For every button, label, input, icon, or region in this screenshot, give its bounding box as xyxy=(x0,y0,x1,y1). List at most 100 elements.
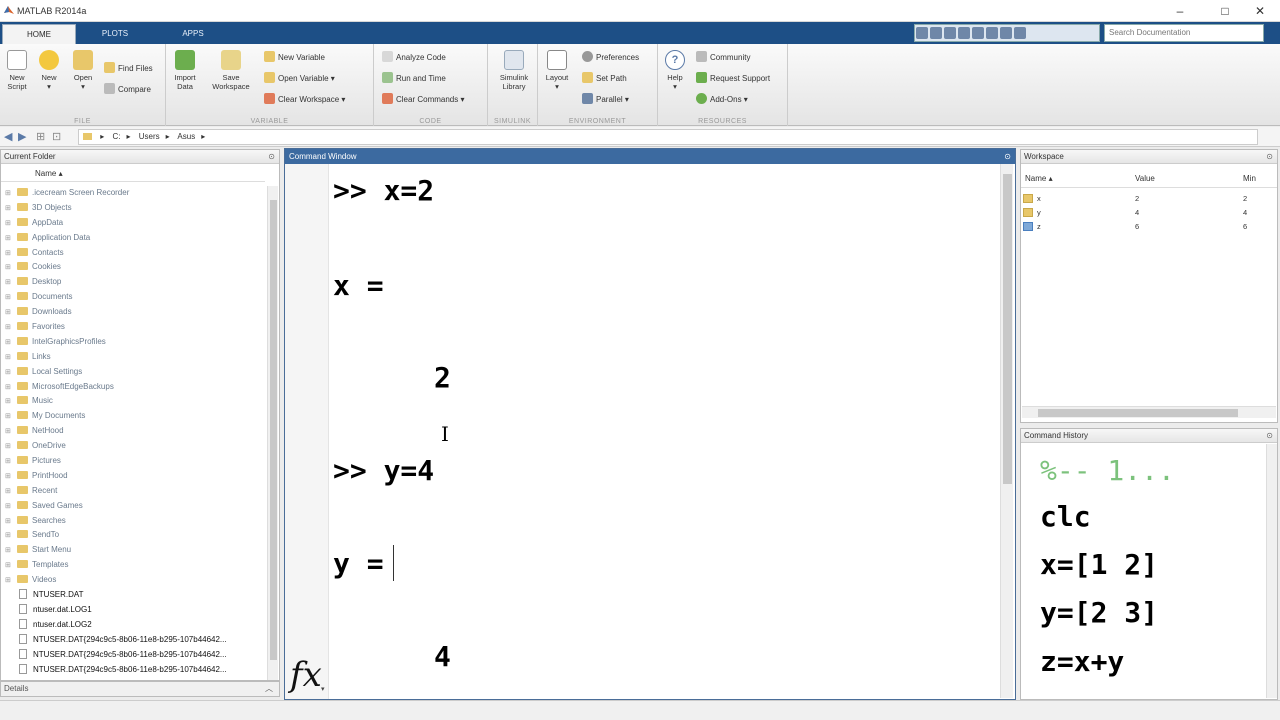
history-item[interactable]: x=[1 2] xyxy=(1040,548,1158,581)
workspace-scrollbar[interactable] xyxy=(1022,406,1276,418)
expand-icon[interactable]: ⊞ xyxy=(5,574,17,588)
list-item[interactable]: ⊞ Videos xyxy=(1,573,265,588)
request-support-button[interactable]: Request Support xyxy=(696,72,770,86)
list-item[interactable]: ⊞ Recent xyxy=(1,484,265,499)
list-item[interactable]: ⊞ Favorites xyxy=(1,320,265,335)
current-folder-path[interactable]: ▸ C: ▸ Users ▸ Asus ▸ xyxy=(78,129,1258,145)
value-column-header[interactable]: Value xyxy=(1135,174,1155,183)
list-item[interactable]: ⊞ My Documents xyxy=(1,409,265,424)
path-segment[interactable]: Users xyxy=(139,132,160,141)
search-icon[interactable]: ⌕ xyxy=(1250,26,1256,37)
min-column-header[interactable]: Min xyxy=(1243,174,1256,183)
expand-icon[interactable]: ⊞ xyxy=(5,515,17,529)
up-folder-icon[interactable]: ⊞ xyxy=(36,130,45,143)
expand-icon[interactable]: ⊞ xyxy=(5,247,17,261)
expand-icon[interactable]: ⊞ xyxy=(5,529,17,543)
history-item[interactable]: clc xyxy=(1040,500,1091,533)
minimize-button[interactable]: – xyxy=(1160,2,1200,20)
import-data-button[interactable]: Import Data xyxy=(168,50,202,91)
expand-icon[interactable]: ⊞ xyxy=(5,410,17,424)
analyze-code-button[interactable]: Analyze Code xyxy=(382,51,446,65)
list-item[interactable]: ⊞ Music xyxy=(1,394,265,409)
list-item[interactable]: ⊞ PrintHood xyxy=(1,469,265,484)
panel-menu-icon[interactable]: ⊙ xyxy=(268,150,275,164)
simulink-library-button[interactable]: Simulink Library xyxy=(494,50,534,91)
back-arrow-icon[interactable]: ◀ xyxy=(4,130,12,143)
tab-apps[interactable]: APPS xyxy=(156,24,230,44)
expand-icon[interactable]: ⊞ xyxy=(5,440,17,454)
name-column-header[interactable]: Name ▴ xyxy=(1,166,265,182)
history-item[interactable]: y=[2 3] xyxy=(1040,596,1158,629)
open-variable-button[interactable]: Open Variable ▾ xyxy=(264,72,335,86)
history-item[interactable]: z=x+y xyxy=(1040,645,1124,678)
help-button[interactable]: ? Help ▾ xyxy=(658,50,692,91)
expand-icon[interactable]: ⊞ xyxy=(5,232,17,246)
search-documentation-input[interactable]: Search Documentation xyxy=(1104,24,1264,42)
expand-icon[interactable]: ⊞ xyxy=(5,202,17,216)
save-workspace-button[interactable]: Save Workspace xyxy=(210,50,252,91)
expand-icon[interactable]: ⊞ xyxy=(5,559,17,573)
switch-windows-icon[interactable] xyxy=(1000,27,1012,39)
list-item[interactable]: NTUSER.DAT{294c9c5-8b06-11e8-b295-107b44… xyxy=(1,648,265,663)
clear-workspace-button[interactable]: Clear Workspace ▾ xyxy=(264,93,345,107)
compare-button[interactable]: Compare xyxy=(104,83,151,97)
redo-icon[interactable] xyxy=(986,27,998,39)
close-button[interactable]: ✕ xyxy=(1240,2,1280,20)
new-button[interactable]: New ▾ xyxy=(32,50,66,91)
list-item[interactable]: ⊞ Desktop xyxy=(1,275,265,290)
help-icon[interactable] xyxy=(1014,27,1026,39)
expand-icon[interactable]: ⊞ xyxy=(5,187,17,201)
list-item[interactable]: ⊞ Start Menu xyxy=(1,543,265,558)
list-item[interactable]: ⊞ Contacts xyxy=(1,246,265,261)
community-button[interactable]: Community xyxy=(696,51,750,65)
save-icon[interactable] xyxy=(916,27,928,39)
history-item[interactable]: %-- 1... xyxy=(1040,454,1175,487)
table-row[interactable]: y44 xyxy=(1021,206,1277,219)
list-item[interactable]: ⊞ OneDrive xyxy=(1,439,265,454)
undo-icon[interactable] xyxy=(972,27,984,39)
chevron-down-icon[interactable]: ▾ xyxy=(321,685,325,693)
parallel-button[interactable]: Parallel ▾ xyxy=(582,93,629,107)
list-item[interactable]: ⊞ MicrosoftEdgeBackups xyxy=(1,380,265,395)
list-item[interactable]: ⊞ Searches xyxy=(1,514,265,529)
maximize-button[interactable]: □ xyxy=(1205,2,1245,20)
list-item[interactable]: ⊞ 3D Objects xyxy=(1,201,265,216)
open-button[interactable]: Open ▾ xyxy=(66,50,100,91)
panel-menu-icon[interactable]: ⊙ xyxy=(1004,149,1011,164)
expand-icon[interactable]: ⊞ xyxy=(5,321,17,335)
set-path-button[interactable]: Set Path xyxy=(582,72,627,86)
expand-icon[interactable]: ⊞ xyxy=(5,366,17,380)
expand-icon[interactable]: ⊞ xyxy=(5,336,17,350)
list-item[interactable]: ⊞ Cookies xyxy=(1,260,265,275)
list-item[interactable]: ⊞ Links xyxy=(1,350,265,365)
expand-icon[interactable]: ⊞ xyxy=(5,455,17,469)
expand-icon[interactable]: ⊞ xyxy=(5,470,17,484)
command-window[interactable]: Command Window ⊙ xyxy=(284,148,1016,700)
history-scrollbar[interactable] xyxy=(1266,444,1277,698)
layout-button[interactable]: Layout ▾ xyxy=(540,50,574,91)
list-item[interactable]: ⊞ Downloads xyxy=(1,305,265,320)
list-item[interactable]: ⊞ NetHood xyxy=(1,424,265,439)
expand-icon[interactable]: ⊞ xyxy=(5,351,17,365)
list-item[interactable]: ntuser.dat.LOG2 xyxy=(1,618,265,633)
tab-plots[interactable]: PLOTS xyxy=(78,24,152,44)
path-segment[interactable]: C: xyxy=(112,132,120,141)
list-item[interactable]: ⊞ Application Data xyxy=(1,231,265,246)
paste-icon[interactable] xyxy=(958,27,970,39)
list-item[interactable]: ⊞ Documents xyxy=(1,290,265,305)
list-item[interactable]: ⊞ Saved Games xyxy=(1,499,265,514)
panel-menu-icon[interactable]: ⊙ xyxy=(1266,150,1273,164)
tab-home[interactable]: HOME xyxy=(2,24,76,44)
new-variable-button[interactable]: New Variable xyxy=(264,51,325,65)
panel-menu-icon[interactable]: ⊙ xyxy=(1266,429,1273,443)
forward-arrow-icon[interactable]: ▶ xyxy=(18,130,26,143)
cut-icon[interactable] xyxy=(930,27,942,39)
expand-icon[interactable]: ⊞ xyxy=(5,306,17,320)
table-row[interactable]: x22 xyxy=(1021,192,1277,205)
command-window-scrollbar[interactable] xyxy=(1000,164,1013,698)
expand-icon[interactable]: ⊞ xyxy=(5,261,17,275)
function-browser-button[interactable]: fx xyxy=(290,655,322,695)
expand-icon[interactable]: ⊞ xyxy=(5,276,17,290)
copy-icon[interactable] xyxy=(944,27,956,39)
expand-icon[interactable]: ⊞ xyxy=(5,485,17,499)
